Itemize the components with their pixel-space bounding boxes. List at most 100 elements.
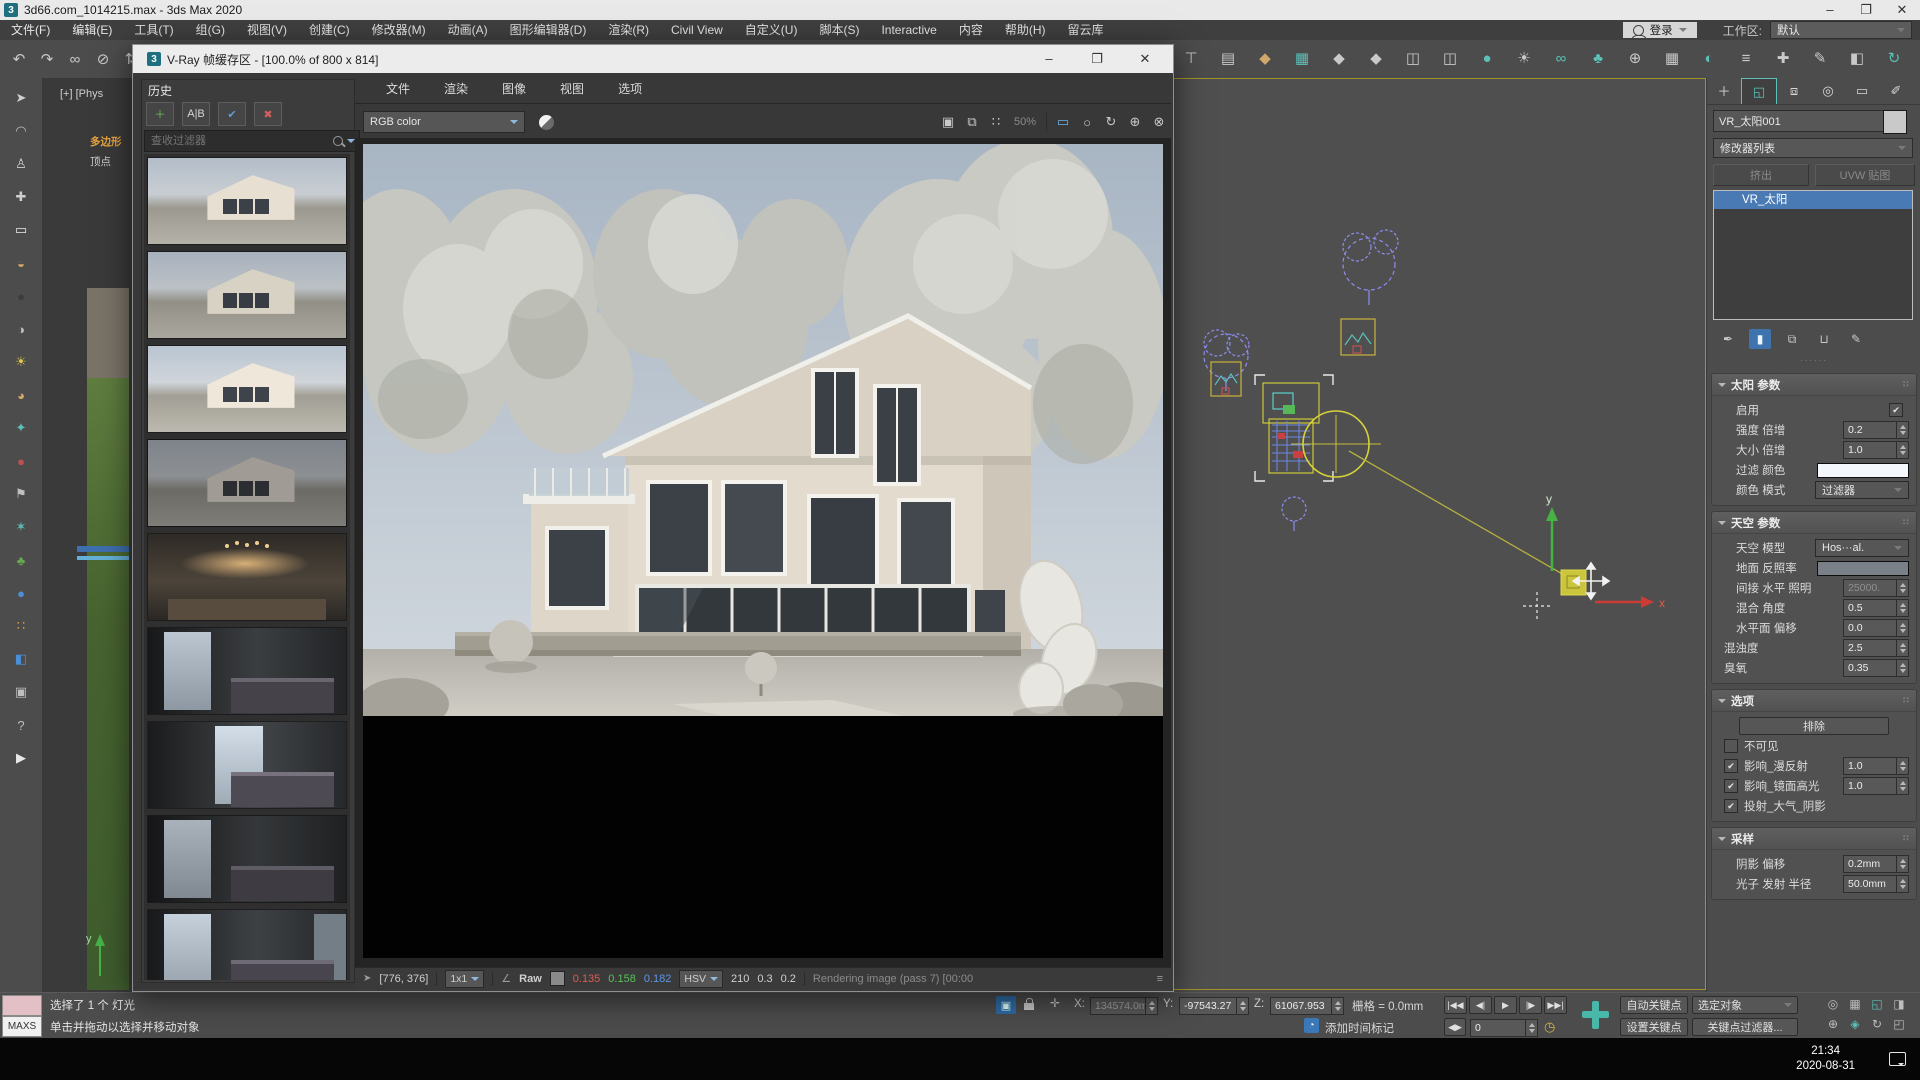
time-configuration-icon[interactable]: ◷ xyxy=(1544,1019,1555,1035)
side-toolbar-icon[interactable]: ♣ xyxy=(9,548,33,572)
workspace-select[interactable]: 默认 xyxy=(1770,21,1912,39)
stack-tool-icon[interactable]: ⧉ xyxy=(1781,329,1803,349)
notification-icon[interactable] xyxy=(1889,1052,1906,1066)
vfb-maximize-button[interactable]: ❐ xyxy=(1079,51,1115,67)
nav-icon[interactable]: ⊕ xyxy=(1822,1015,1844,1033)
z-coord-field[interactable]: 61067.953 xyxy=(1270,997,1344,1015)
maximize-button[interactable]: ❐ xyxy=(1848,2,1884,18)
command-panel-tab[interactable]: ＋ xyxy=(1707,78,1741,103)
vfb-menu-item[interactable]: 渲染 xyxy=(427,77,485,101)
pixel-zoom-select[interactable]: 1x1 xyxy=(445,970,484,988)
checkbox-checked-icon[interactable]: ✔ xyxy=(1724,779,1738,793)
menu-item[interactable]: 脚本(S) xyxy=(808,20,870,40)
render-image[interactable] xyxy=(363,144,1163,958)
command-panel-tab[interactable]: ▭ xyxy=(1845,78,1879,103)
selection-set-select[interactable]: 选定对象 xyxy=(1692,996,1798,1014)
vfb-tool-icon[interactable]: ▭ xyxy=(1051,111,1075,133)
object-color-swatch[interactable] xyxy=(1883,110,1907,134)
modifier-list-select[interactable]: 修改器列表 xyxy=(1713,138,1913,158)
macro-recorder-field[interactable] xyxy=(2,995,42,1016)
toolbar-icon[interactable]: ≡ xyxy=(1733,45,1759,71)
history-tool-icon[interactable]: A|B xyxy=(182,102,210,126)
stamp-icon[interactable]: ≡ xyxy=(1157,973,1163,985)
side-toolbar-icon[interactable]: ◑ xyxy=(9,317,33,341)
menu-item[interactable]: 帮助(H) xyxy=(994,20,1057,40)
vfb-tool-icon[interactable]: ⊗ xyxy=(1147,111,1171,133)
side-toolbar-icon[interactable]: ◕ xyxy=(9,383,33,407)
history-thumbnail[interactable] xyxy=(147,533,347,621)
spinner[interactable]: 1.0 xyxy=(1843,777,1909,795)
vfb-tool-icon[interactable]: ↻ xyxy=(1099,111,1123,133)
toolbar-icon[interactable]: ◆ xyxy=(1252,45,1278,71)
nav-icon[interactable]: ▦ xyxy=(1844,995,1866,1013)
extrude-button[interactable]: 挤出 xyxy=(1713,164,1809,186)
viewport[interactable]: y x xyxy=(1172,78,1706,990)
side-toolbar-icon[interactable]: ● xyxy=(9,284,33,308)
menu-item[interactable]: 动画(A) xyxy=(437,20,499,40)
side-toolbar-icon[interactable]: ● xyxy=(9,581,33,605)
minimize-button[interactable]: – xyxy=(1812,2,1848,18)
frame-number-field[interactable]: 0 xyxy=(1470,1019,1538,1037)
toolbar-icon[interactable]: ⊕ xyxy=(1622,45,1648,71)
side-toolbar-icon[interactable]: ∷ xyxy=(9,614,33,638)
object-name-input[interactable] xyxy=(1713,110,1885,132)
history-thumbnail[interactable] xyxy=(147,157,347,245)
spinner[interactable]: 1.0 xyxy=(1843,757,1909,775)
history-thumbnail[interactable] xyxy=(147,909,347,980)
stack-tool-icon[interactable]: ▮ xyxy=(1749,329,1771,349)
vfb-menu-item[interactable]: 图像 xyxy=(485,77,543,101)
spinner[interactable]: 0.0 xyxy=(1843,619,1909,637)
side-toolbar-icon[interactable]: ✶ xyxy=(9,515,33,539)
nav-icon[interactable]: ↻ xyxy=(1866,1015,1888,1033)
side-toolbar-icon[interactable]: ▶ xyxy=(9,746,33,770)
nav-icon[interactable]: ◈ xyxy=(1844,1015,1866,1033)
channel-select[interactable]: RGB color xyxy=(363,111,525,133)
nav-icon[interactable]: ◱ xyxy=(1866,995,1888,1013)
side-toolbar-icon[interactable]: ⚑ xyxy=(9,482,33,506)
close-button[interactable]: ✕ xyxy=(1884,2,1920,18)
y-coord-field[interactable]: -97543.27 xyxy=(1179,997,1249,1015)
side-toolbar-icon[interactable]: ◠ xyxy=(9,119,33,143)
menu-item[interactable]: 组(G) xyxy=(185,20,236,40)
transform-typein-icon[interactable]: ✛ xyxy=(1050,996,1060,1010)
history-search-input[interactable] xyxy=(149,134,329,148)
menu-item[interactable]: 自定义(U) xyxy=(734,20,809,40)
menu-item[interactable]: 视图(V) xyxy=(236,20,298,40)
menu-item[interactable]: 内容 xyxy=(948,20,994,40)
menu-item[interactable]: 修改器(M) xyxy=(361,20,437,40)
playback-button[interactable]: ▶▶| xyxy=(1544,996,1567,1014)
vfb-menu-item[interactable]: 视图 xyxy=(543,77,601,101)
vfb-titlebar[interactable]: 3 V-Ray 帧缓存区 - [100.0% of 800 x 814] – ❐… xyxy=(133,45,1173,73)
toolbar-icon[interactable]: ⊘ xyxy=(90,46,116,72)
stack-tool-icon[interactable]: ⊔ xyxy=(1813,329,1835,349)
menu-item[interactable]: 工具(T) xyxy=(123,20,184,40)
taskbar-clock[interactable]: 21:34 2020-08-31 xyxy=(1796,1044,1855,1074)
auto-key-button[interactable]: 自动关键点 xyxy=(1620,996,1688,1014)
history-tool-icon[interactable]: ＋ xyxy=(146,102,174,126)
toolbar-icon[interactable]: ✚ xyxy=(1770,45,1796,71)
playback-button[interactable]: ▶ xyxy=(1494,996,1517,1014)
history-thumbnail[interactable] xyxy=(147,627,347,715)
lock-selection-icon[interactable] xyxy=(1024,1001,1034,1013)
menu-item[interactable]: 文件(F) xyxy=(0,20,61,40)
history-tool-icon[interactable]: ✖ xyxy=(254,102,282,126)
toolbar-icon[interactable]: ◆ xyxy=(1326,45,1352,71)
history-thumbnail[interactable] xyxy=(147,721,347,809)
toolbar-icon[interactable]: ▦ xyxy=(1289,45,1315,71)
vfb-tool-icon[interactable]: ⧉ xyxy=(960,111,984,133)
side-toolbar-icon[interactable]: ☀ xyxy=(9,350,33,374)
spinner[interactable]: 0.2mm xyxy=(1843,855,1909,873)
stack-tool-icon[interactable]: ✎ xyxy=(1845,329,1867,349)
toolbar-icon[interactable]: ◐ xyxy=(1696,45,1722,71)
history-title[interactable]: 历史 xyxy=(148,82,172,99)
side-toolbar-icon[interactable]: ◒ xyxy=(9,251,33,275)
stack-item-vray-sun[interactable]: VR_太阳 xyxy=(1714,191,1912,209)
toolbar-icon[interactable]: ▤ xyxy=(1215,45,1241,71)
toolbar-icon[interactable]: ◫ xyxy=(1437,45,1463,71)
stack-tool-icon[interactable]: ✒ xyxy=(1717,329,1739,349)
command-panel-tab[interactable]: ◎ xyxy=(1811,78,1845,103)
checkbox-checked-icon[interactable]: ✔ xyxy=(1724,799,1738,813)
exclude-button[interactable]: 排除 xyxy=(1739,717,1889,735)
command-panel-tab[interactable]: ⧈ xyxy=(1777,78,1811,103)
toolbar-icon[interactable]: ↻ xyxy=(1881,45,1907,71)
